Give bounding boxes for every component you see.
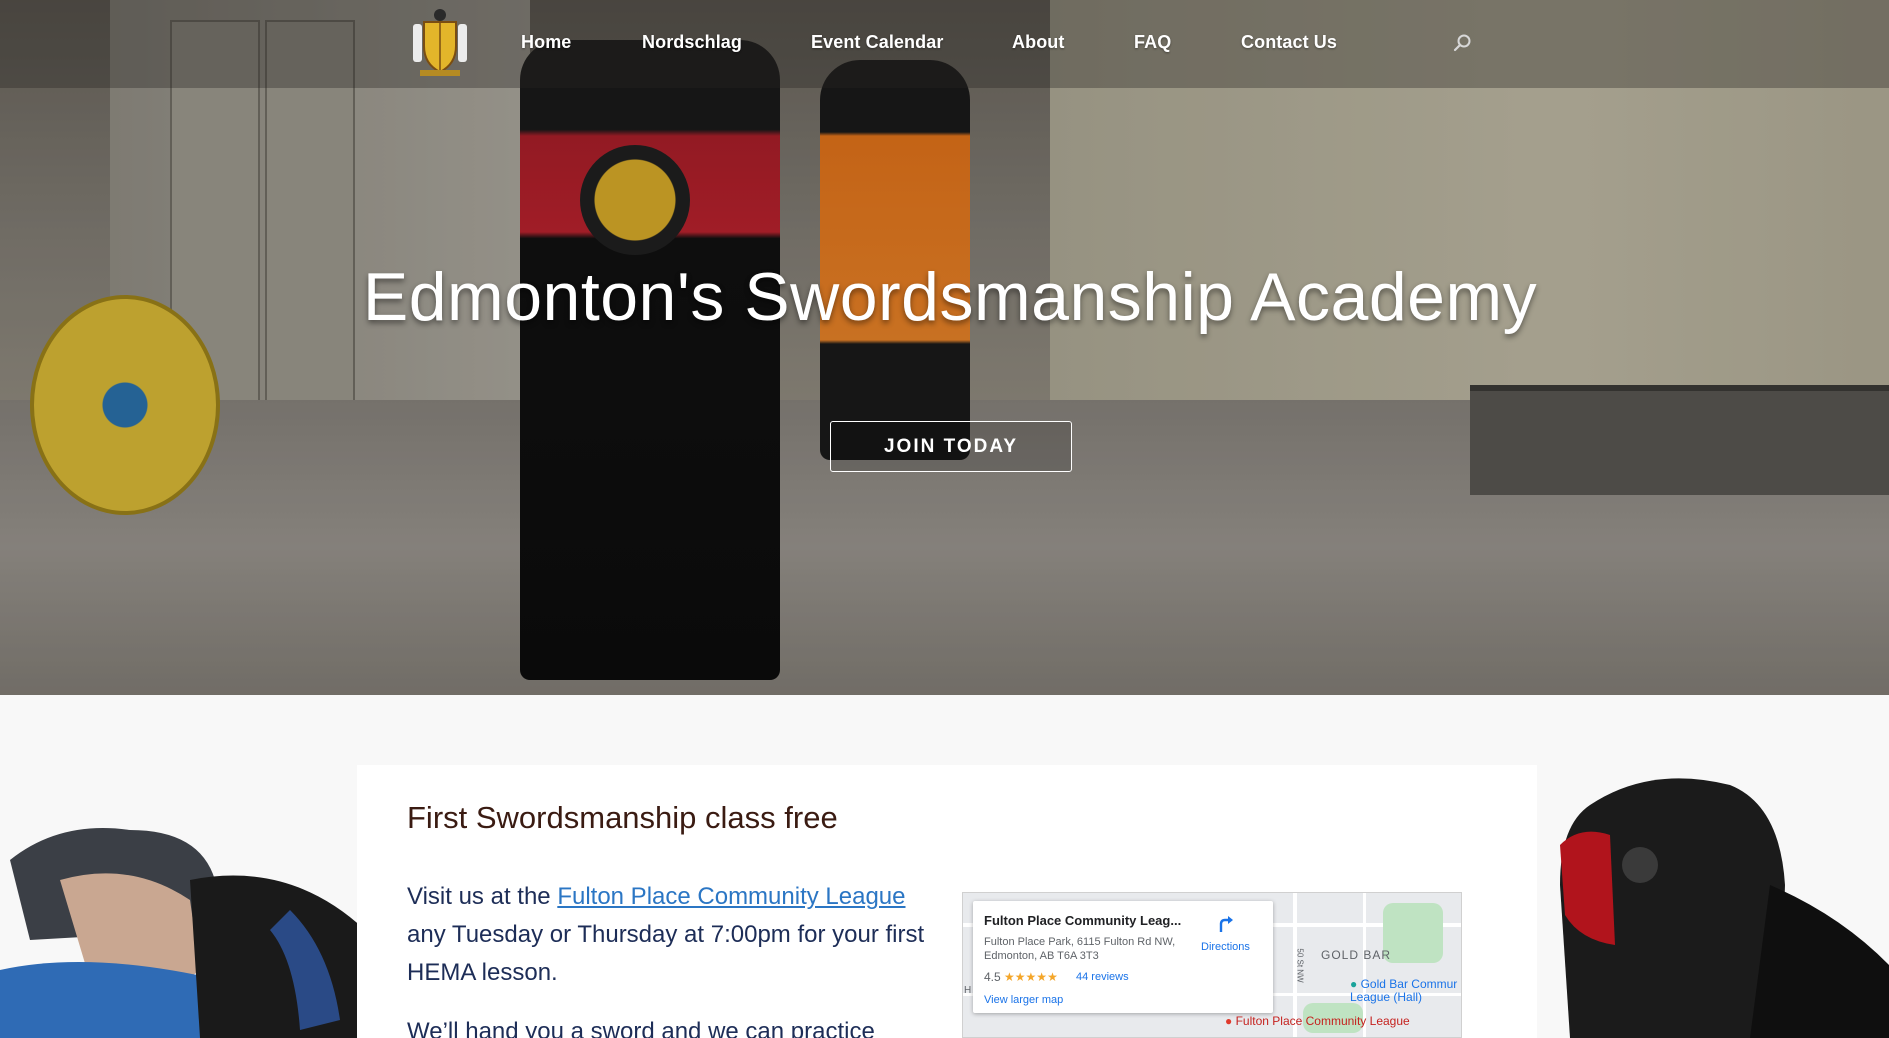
map-reviews-link[interactable]: 44 reviews xyxy=(1076,971,1129,983)
fulton-place-link[interactable]: Fulton Place Community League xyxy=(557,883,905,910)
section-title: First Swordsmanship class free xyxy=(407,800,838,835)
top-navigation: Home Nordschlag Event Calendar About FAQ… xyxy=(0,0,1889,88)
directions-icon[interactable] xyxy=(1215,912,1237,934)
intro-text-start: Visit us at the xyxy=(407,883,558,910)
view-larger-map-link[interactable]: View larger map xyxy=(984,994,1063,1006)
intro-paragraph: Visit us at the Fulton Place Community L… xyxy=(407,878,947,992)
nav-event-calendar[interactable]: Event Calendar xyxy=(811,32,943,53)
map-label-fulton-place: ● Fulton Place Community League xyxy=(1225,1015,1410,1028)
map-place-address: Fulton Place Park, 6115 Fulton Rd NW, Ed… xyxy=(984,936,1176,962)
rating-stars-icon: ★★★★★ xyxy=(1004,970,1058,984)
nav-nordschlag[interactable]: Nordschlag xyxy=(642,32,742,53)
join-today-button[interactable]: JOIN TODAY xyxy=(830,421,1072,472)
map-label-fulton-place-text: Fulton Place Community League xyxy=(1235,1014,1410,1028)
club-logo[interactable] xyxy=(410,6,470,78)
hero-overlay xyxy=(0,0,1889,695)
instructor-photo xyxy=(0,828,370,1038)
map-rating: 4.5 ★★★★★ xyxy=(984,970,1058,984)
map-edge-label: H xyxy=(964,985,972,996)
map-marker-icon: ● xyxy=(1225,1014,1233,1028)
intro-text-end: any Tuesday or Thursday at 7:00pm for yo… xyxy=(407,921,925,986)
map-label-gold-bar: GOLD BAR xyxy=(1321,948,1392,962)
masked-fencer-photo xyxy=(1560,778,1889,1038)
google-map-embed[interactable]: Fulton Place Community Leag... Fulton Pl… xyxy=(962,892,1462,1038)
intro-paragraph-2: We’ll hand you a sword and we can practi… xyxy=(407,1018,875,1038)
map-label-community-hall: ● Gold Bar Commur League (Hall) xyxy=(1350,978,1461,1004)
directions-link[interactable]: Directions xyxy=(1201,941,1250,953)
map-place-name: Fulton Place Community Leag... xyxy=(984,913,1182,928)
hero-banner: Edmonton's Swordsmanship Academy JOIN TO… xyxy=(0,0,1889,695)
nav-contact-us[interactable]: Contact Us xyxy=(1241,32,1337,53)
intro-card: First Swordsmanship class free Visit us … xyxy=(357,765,1537,1038)
search-icon[interactable] xyxy=(1452,33,1472,53)
map-rating-value: 4.5 xyxy=(984,970,1001,984)
nav-about[interactable]: About xyxy=(1012,32,1064,53)
nav-faq[interactable]: FAQ xyxy=(1134,32,1171,53)
nav-home[interactable]: Home xyxy=(521,32,571,53)
map-road-label: 50 St NW xyxy=(1295,948,1305,983)
map-place-card: Fulton Place Community Leag... Fulton Pl… xyxy=(973,901,1273,1013)
map-label-community-hall-text: Gold Bar Commur League (Hall) xyxy=(1350,977,1458,1004)
hero-title: Edmonton's Swordsmanship Academy xyxy=(362,259,1538,335)
map-pin-icon: ● xyxy=(1350,977,1358,991)
